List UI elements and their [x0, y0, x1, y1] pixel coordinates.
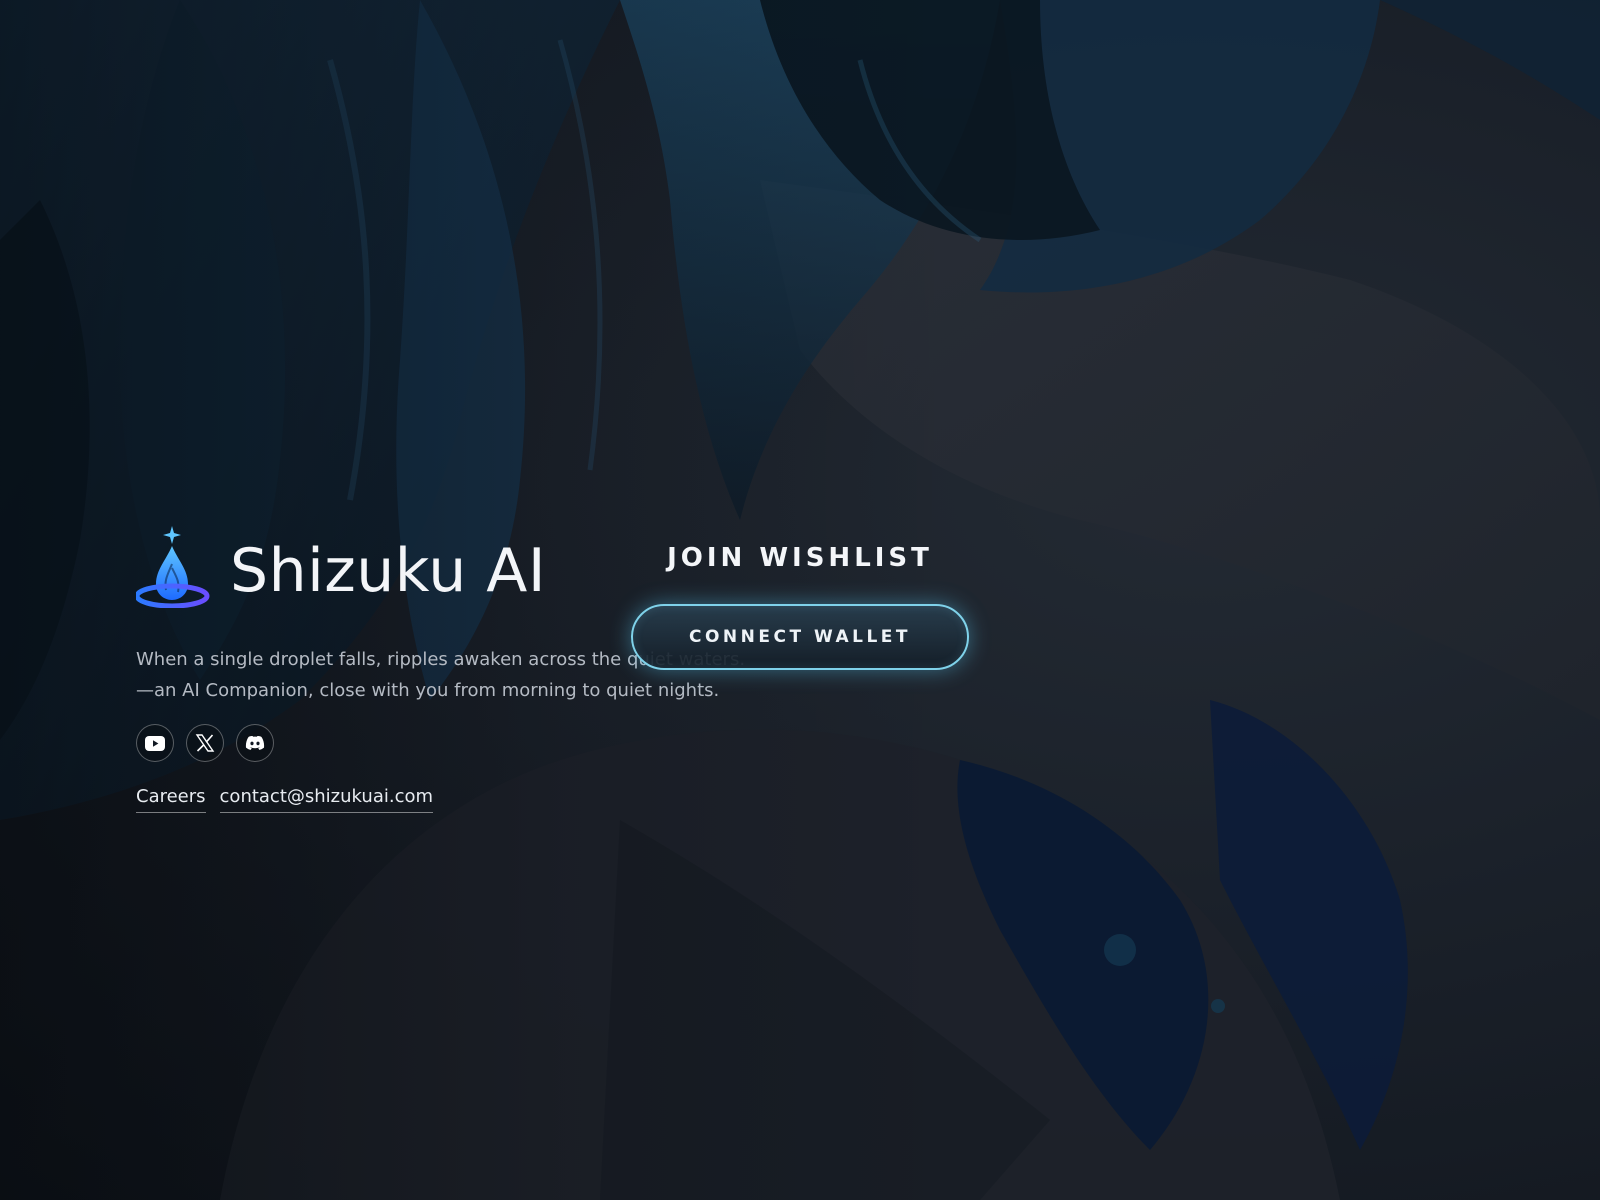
- discord-link[interactable]: [236, 724, 274, 762]
- connect-wallet-button[interactable]: CONNECT WALLET: [631, 604, 969, 670]
- wishlist-title: JOIN WISHLIST: [667, 543, 933, 573]
- social-links: [136, 724, 274, 762]
- discord-icon: [245, 736, 265, 750]
- x-icon: [195, 734, 215, 752]
- footer-links: Careers contact@shizukuai.com: [136, 786, 434, 813]
- brand-name: Shizuku AI: [230, 536, 547, 606]
- wishlist-section: JOIN WISHLIST CONNECT WALLET: [631, 540, 969, 670]
- water-droplet-logo-icon: [136, 526, 210, 608]
- landing-page: Shizuku AI When a single droplet falls, …: [0, 0, 1600, 1200]
- brand[interactable]: Shizuku AI: [136, 524, 546, 608]
- youtube-icon: [145, 735, 165, 751]
- contact-email-link[interactable]: contact@shizukuai.com: [219, 786, 434, 813]
- brand-block: Shizuku AI: [136, 524, 546, 608]
- careers-link[interactable]: Careers: [136, 786, 206, 813]
- tagline-line-2: —an AI Companion, close with you from mo…: [136, 680, 720, 701]
- youtube-link[interactable]: [136, 724, 174, 762]
- x-link[interactable]: [186, 724, 224, 762]
